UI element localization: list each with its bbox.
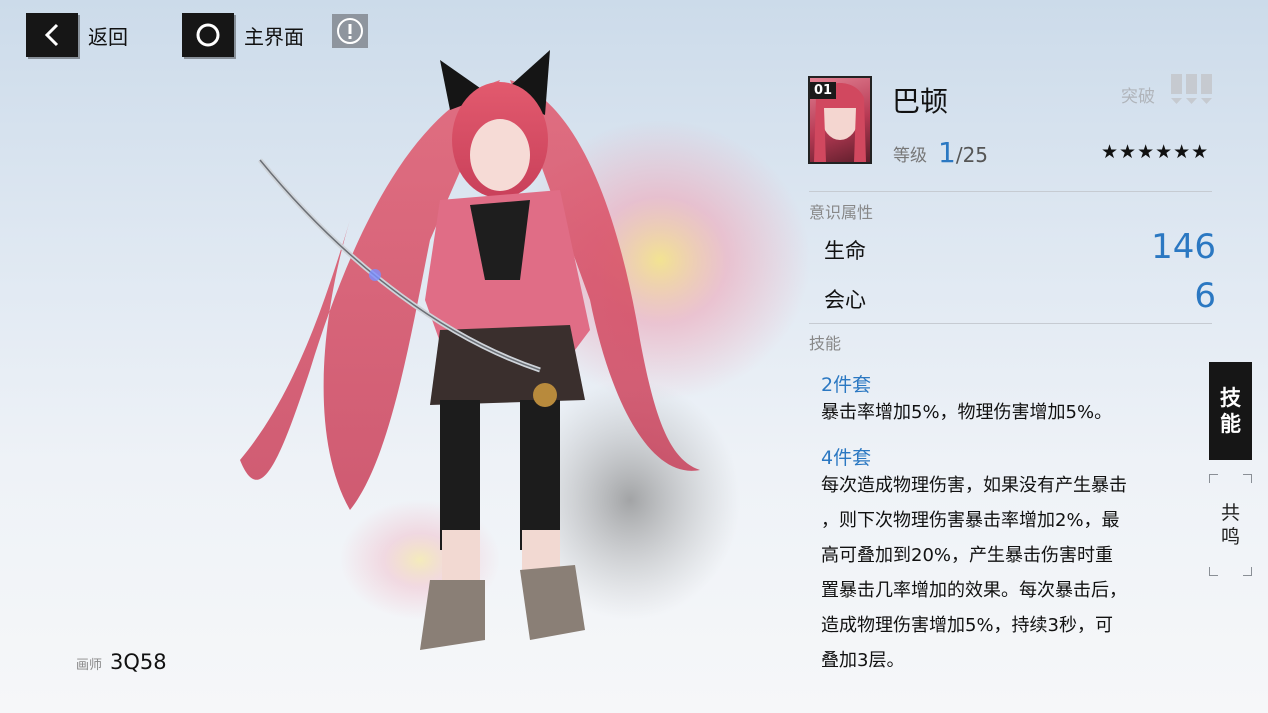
tab-skills-label: 技 <box>1220 386 1241 410</box>
slot-number: 01 <box>810 82 837 99</box>
set-4-line: 高可叠加到20%，产生暴击伤害时重 <box>821 545 1114 566</box>
stat-name-hp: 生命 <box>824 239 866 263</box>
character-illustration <box>200 40 820 680</box>
level-max: /25 <box>955 143 989 167</box>
tab-resonance[interactable]: 共 鸣 <box>1209 474 1252 576</box>
artist-name: 3Q58 <box>110 650 167 674</box>
set-4-title: 4件套 <box>821 447 872 469</box>
skills-title: 技能 <box>809 334 842 353</box>
back-arrow-icon <box>26 13 78 57</box>
divider <box>809 191 1212 192</box>
set-4-line: 造成物理伤害增加5%，持续3秒，可 <box>821 615 1114 636</box>
set-4-line: 叠加3层。 <box>821 650 905 671</box>
corner-bracket <box>1243 474 1252 483</box>
corner-bracket <box>1243 567 1252 576</box>
stat-value-hp: 146 <box>1151 227 1216 267</box>
breakthrough-label: 突破 <box>1121 87 1155 107</box>
tab-skills-label: 能 <box>1220 412 1241 436</box>
level-current: 1 <box>938 136 956 169</box>
corner-bracket <box>1209 474 1218 483</box>
corner-bracket <box>1209 567 1218 576</box>
set-2-title: 2件套 <box>821 374 872 396</box>
stat-name-crit: 会心 <box>824 288 866 312</box>
character-name: 巴顿 <box>892 85 949 118</box>
breakthrough-pip-icon <box>1186 74 1197 104</box>
set-4-line: 每次造成物理伤害，如果没有产生暴击 <box>821 475 1127 496</box>
set-2-line: 暴击率增加5%，物理伤害增加5%。 <box>821 402 1113 423</box>
breakthrough-pip-icon <box>1201 74 1212 104</box>
divider <box>809 323 1212 324</box>
character-portrait: 01 <box>808 76 872 164</box>
artist-label: 画师 <box>76 658 103 673</box>
tab-resonance-label: 共 <box>1220 502 1240 524</box>
tab-resonance-label: 鸣 <box>1220 526 1240 548</box>
star-rating: ★★★★★★ <box>1101 141 1210 163</box>
level-label: 等级 <box>893 146 927 166</box>
level-value: 1/25 <box>938 136 988 169</box>
breakthrough-indicator <box>1170 74 1213 110</box>
set-4-description: 每次造成物理伤害，如果没有产生暴击 ，则下次物理伤害暴击率增加2%，最 高可叠加… <box>821 468 1127 678</box>
back-button[interactable]: 返回 <box>26 13 128 57</box>
set-2-description: 暴击率增加5%，物理伤害增加5%。 <box>821 395 1112 430</box>
artist-credit: 画师 3Q58 <box>76 650 167 674</box>
breakthrough-pip-icon <box>1171 74 1182 104</box>
set-4-line: 置暴击几率增加的效果。每次暴击后， <box>821 580 1127 601</box>
set-4-line: ，则下次物理伤害暴击率增加2%，最 <box>821 510 1120 531</box>
stat-value-crit: 6 <box>1194 276 1216 316</box>
back-label: 返回 <box>88 24 128 49</box>
tab-skills[interactable]: 技 能 <box>1209 362 1252 460</box>
attributes-title: 意识属性 <box>809 203 874 222</box>
